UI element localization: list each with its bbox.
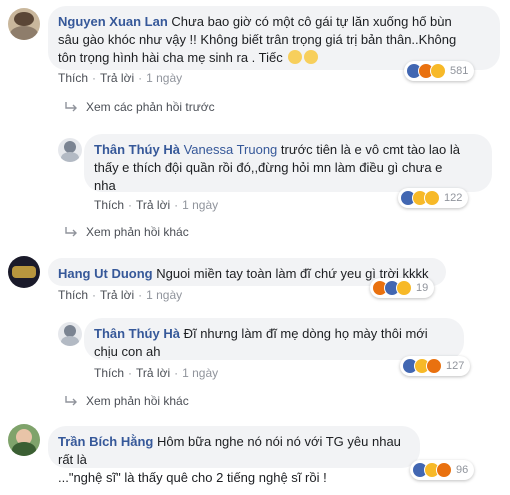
avatar[interactable]: [8, 424, 40, 456]
reaction-summary[interactable]: 19: [370, 278, 435, 298]
haha-reaction-icon: [396, 280, 412, 296]
timestamp[interactable]: 1 ngày: [182, 198, 218, 212]
comment-author[interactable]: Thân Thúy Hà: [94, 142, 180, 157]
comment-actions: Thích · Trả lời · 1 ngày: [94, 198, 219, 212]
reaction-count: 19: [416, 282, 429, 294]
reaction-count: 122: [444, 192, 463, 204]
reply-link[interactable]: Trả lời: [100, 71, 134, 85]
avatar[interactable]: [8, 8, 40, 40]
comment-actions: Thích · Trả lời · 1 ngày: [94, 366, 219, 380]
comment-text: thấy e thích đội quần rồi đó,,đừng hỏi m…: [94, 160, 443, 175]
angry-reaction-icon: [426, 358, 442, 374]
comment-author[interactable]: Trần Bích Hằng: [58, 434, 153, 449]
timestamp[interactable]: 1 ngày: [182, 366, 218, 380]
comment-author[interactable]: Thân Thúy Hà: [94, 326, 180, 341]
reply-bubble: Thân Thúy Hà Vanessa Truong trước tiên l…: [84, 134, 492, 193]
more-replies-link[interactable]: Xem phản hồi khác: [64, 394, 189, 408]
angry-reaction-icon: [436, 462, 452, 478]
reply-arrow-icon: [65, 396, 77, 406]
reaction-count: 581: [450, 65, 469, 77]
reaction-summary[interactable]: 122: [398, 188, 469, 208]
avatar[interactable]: [58, 138, 82, 162]
reply-link[interactable]: Trả lời: [136, 366, 170, 380]
comment-text: Đĩ nhưng làm đĩ mẹ dòng họ mày thôi mới: [183, 326, 428, 341]
comment-text: nha: [94, 178, 116, 193]
reply-bubble: Thân Thúy Hà Đĩ nhưng làm đĩ mẹ dòng họ …: [84, 318, 464, 360]
avatar[interactable]: [58, 322, 82, 346]
sad-reaction-icon: [424, 190, 440, 206]
reply-arrow-icon: [65, 102, 77, 112]
comment-text: Chưa bao giờ có một cô gái tự lăn xuống …: [171, 14, 452, 29]
previous-replies-link[interactable]: Xem các phản hồi trước: [64, 100, 215, 114]
comment-actions: Thích · Trả lời · 1 ngày: [58, 71, 183, 85]
comment-actions: Thích · Trả lời · 1 ngày: [58, 288, 183, 302]
timestamp[interactable]: 1 ngày: [146, 288, 182, 302]
more-replies-link[interactable]: Xem phản hồi khác: [64, 225, 189, 239]
like-link[interactable]: Thích: [58, 71, 88, 85]
comment-bubble: Trần Bích Hằng Hôm bữa nghe nó nói nó vớ…: [48, 426, 420, 485]
sad-emoji-icon: [304, 50, 319, 64]
comment-author[interactable]: Hang Ut Duong: [58, 266, 153, 281]
mention-link[interactable]: Vanessa Truong: [184, 142, 278, 157]
sad-emoji-icon: [288, 50, 303, 64]
comment-text: chịu con ah: [94, 344, 161, 359]
comment-text: trước tiên là e vô cmt tào lao là: [280, 142, 461, 157]
avatar[interactable]: [8, 256, 40, 288]
timestamp[interactable]: 1 ngày: [146, 71, 182, 85]
haha-reaction-icon: [430, 63, 446, 79]
comment-author[interactable]: Nguyen Xuan Lan: [58, 14, 168, 29]
reply-link[interactable]: Trả lời: [100, 288, 134, 302]
like-link[interactable]: Thích: [94, 366, 124, 380]
reaction-summary[interactable]: 581: [404, 61, 475, 81]
reaction-summary[interactable]: 127: [400, 356, 471, 376]
reaction-count: 127: [446, 360, 465, 372]
like-link[interactable]: Thích: [94, 198, 124, 212]
comment-text: sâu gào khóc như vậy !! Không biết trân …: [58, 32, 457, 47]
comment-text: tôn trọng hình hài cha mẹ sinh ra . Tiếc: [58, 50, 283, 65]
reaction-count: 96: [456, 464, 469, 476]
reaction-summary[interactable]: 96: [410, 460, 475, 480]
comment-text: ..."nghệ sĩ" là thấy quê cho 2 tiếng ngh…: [58, 470, 327, 485]
like-link[interactable]: Thích: [58, 288, 88, 302]
reply-arrow-icon: [65, 227, 77, 237]
reply-link[interactable]: Trả lời: [136, 198, 170, 212]
